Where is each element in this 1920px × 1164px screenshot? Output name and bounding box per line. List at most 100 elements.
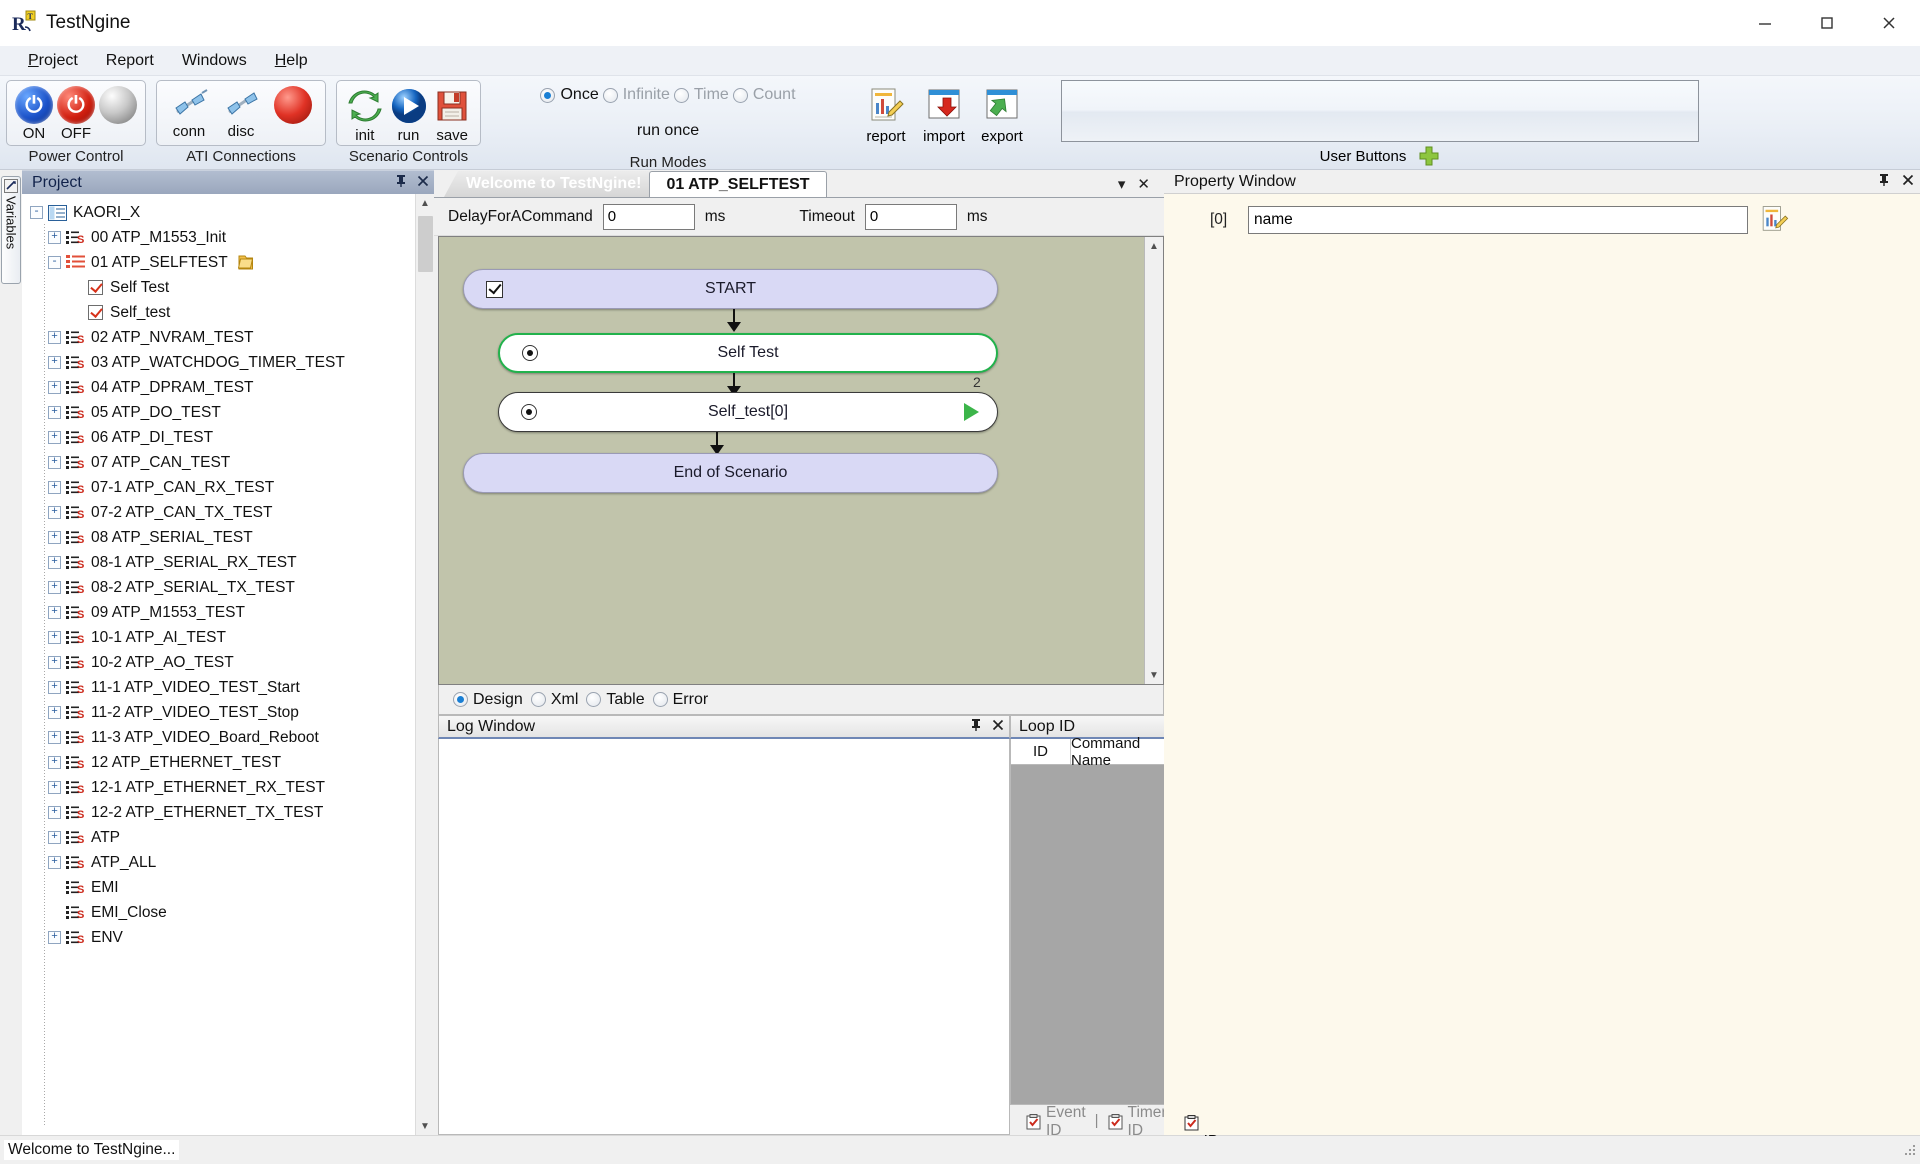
tree-item[interactable]: + S 09 ATP_M1553_TEST — [48, 600, 415, 625]
property-value-input[interactable] — [1248, 206, 1748, 234]
tree-item[interactable]: + S ENV — [48, 925, 415, 950]
tree-item[interactable]: + S 08-2 ATP_SERIAL_TX_TEST — [48, 575, 415, 600]
tree-expand-icon[interactable]: + — [48, 456, 61, 469]
tree-item[interactable]: + S 05 ATP_DO_TEST — [48, 400, 415, 425]
minimize-button[interactable] — [1734, 0, 1796, 46]
run-mode-count[interactable]: Count — [732, 86, 796, 104]
timeout-input[interactable] — [864, 203, 957, 230]
tree-item[interactable]: + S 11-2 ATP_VIDEO_TEST_Stop — [48, 700, 415, 725]
tab-close-icon[interactable]: ✕ — [1137, 175, 1150, 193]
tree-expand-icon[interactable]: + — [48, 331, 61, 344]
view-mode-xml[interactable]: Xml — [530, 691, 578, 709]
tree-item[interactable]: + S 08 ATP_SERIAL_TEST — [48, 525, 415, 550]
connect-button[interactable]: conn — [163, 85, 215, 140]
start-checkbox[interactable] — [486, 280, 503, 298]
scroll-up-icon[interactable]: ▲ — [416, 194, 434, 212]
tree-item[interactable]: S EMI — [48, 875, 415, 900]
maximize-button[interactable] — [1796, 0, 1858, 46]
project-tree-scrollbar[interactable]: ▲ ▼ — [415, 194, 434, 1135]
diagram-canvas[interactable]: START Self Test 2 Self_test[0] End of Sc… — [439, 237, 1144, 684]
canvas-scrollbar[interactable]: ▲ ▼ — [1144, 237, 1163, 684]
variables-tab[interactable]: Variables — [1, 176, 21, 284]
tree-item[interactable]: + S ATP_ALL — [48, 850, 415, 875]
diagram-node-self-test[interactable]: Self Test — [498, 333, 998, 373]
tree-expand-icon[interactable]: + — [48, 681, 61, 694]
tree-item[interactable]: + S 11-1 ATP_VIDEO_TEST_Start — [48, 675, 415, 700]
canvas-scroll-down-icon[interactable]: ▼ — [1145, 666, 1163, 684]
tree-item[interactable]: + S 07-2 ATP_CAN_TX_TEST — [48, 500, 415, 525]
tree-item[interactable]: + S 07 ATP_CAN_TEST — [48, 450, 415, 475]
tree-item[interactable]: + S 12 ATP_ETHERNET_TEST — [48, 750, 415, 775]
tree-expand-icon[interactable]: + — [48, 606, 61, 619]
tree-item[interactable]: + S 08-1 ATP_SERIAL_RX_TEST — [48, 550, 415, 575]
log-pin-icon[interactable] — [965, 718, 987, 735]
tree-expand-icon[interactable]: + — [48, 381, 61, 394]
tree-item[interactable]: + S 02 ATP_NVRAM_TEST — [48, 325, 415, 350]
tree-expand-icon[interactable]: + — [48, 506, 61, 519]
tree-expand-icon[interactable]: + — [48, 731, 61, 744]
diagram-node-end[interactable]: End of Scenario — [463, 453, 998, 493]
tree-item[interactable]: + S 12-1 ATP_ETHERNET_RX_TEST — [48, 775, 415, 800]
tree-expand-icon[interactable]: + — [48, 806, 61, 819]
power-on-button[interactable]: ⏻ ON — [13, 85, 55, 142]
run-mode-time[interactable]: Time — [673, 86, 729, 104]
tree-item[interactable]: Self_test — [70, 300, 415, 325]
log-close-icon[interactable] — [987, 718, 1009, 735]
self-test-radio[interactable] — [522, 345, 538, 361]
tree-item[interactable]: Self Test — [70, 275, 415, 300]
property-edit-icon[interactable] — [1760, 204, 1790, 236]
tree-expand-icon[interactable]: + — [48, 781, 61, 794]
run-button[interactable]: run — [387, 85, 431, 144]
tree-item[interactable]: + S ATP — [48, 825, 415, 850]
delay-input[interactable] — [602, 203, 695, 230]
property-close-icon[interactable] — [1896, 173, 1920, 190]
run-mode-once[interactable]: Once — [540, 86, 599, 104]
tab-list-dropdown-icon[interactable]: ▾ — [1118, 175, 1126, 193]
tree-expand-icon[interactable]: + — [48, 531, 61, 544]
diagram-node-start[interactable]: START — [463, 269, 998, 309]
import-button[interactable]: import — [915, 86, 973, 145]
tree-expand-icon[interactable]: + — [48, 556, 61, 569]
open-folder-icon[interactable] — [237, 254, 254, 271]
tree-expand-icon[interactable]: + — [48, 231, 61, 244]
canvas-scroll-up-icon[interactable]: ▲ — [1145, 237, 1163, 255]
tab-atp-selftest[interactable]: 01 ATP_SELFTEST — [649, 171, 827, 197]
log-window-content[interactable] — [438, 739, 1010, 1135]
self-test-0-radio[interactable] — [521, 404, 537, 420]
tree-item[interactable]: S EMI_Close — [48, 900, 415, 925]
node-play-icon[interactable] — [964, 403, 979, 421]
menu-windows[interactable]: Windows — [168, 49, 261, 73]
diagram-node-self-test-0[interactable]: Self_test[0] — [498, 392, 998, 432]
tree-item[interactable]: + S 04 ATP_DPRAM_TEST — [48, 375, 415, 400]
tree-expand-icon[interactable]: + — [48, 406, 61, 419]
checked-item-icon[interactable] — [88, 280, 103, 295]
property-pin-icon[interactable] — [1872, 173, 1896, 190]
tree-expand-icon[interactable]: + — [48, 481, 61, 494]
close-button[interactable] — [1858, 0, 1920, 46]
tree-expand-icon[interactable]: + — [48, 856, 61, 869]
disconnect-button[interactable]: disc — [215, 85, 267, 140]
save-button[interactable]: save — [430, 85, 474, 144]
tree-expand-icon[interactable]: + — [48, 831, 61, 844]
power-off-button[interactable]: ⏻ OFF — [55, 85, 97, 142]
tree-item[interactable]: + S 10-1 ATP_AI_TEST — [48, 625, 415, 650]
scroll-thumb[interactable] — [418, 216, 433, 272]
tree-expand-icon[interactable]: + — [48, 431, 61, 444]
checked-item-icon[interactable] — [88, 305, 103, 320]
tree-expand-icon[interactable]: + — [48, 931, 61, 944]
tab-event-id[interactable]: Event ID — [1018, 1104, 1094, 1139]
plus-icon[interactable] — [1418, 145, 1440, 167]
scroll-down-icon[interactable]: ▼ — [416, 1117, 434, 1135]
tree-item[interactable]: - KAORI_X — [30, 200, 415, 225]
tree-collapse-icon[interactable]: - — [30, 206, 43, 219]
init-button[interactable]: init — [343, 85, 387, 144]
tree-item[interactable]: + S 03 ATP_WATCHDOG_TIMER_TEST — [48, 350, 415, 375]
menu-help[interactable]: Help — [261, 49, 322, 73]
menu-report[interactable]: Report — [92, 49, 168, 73]
resize-grip-icon[interactable] — [1902, 1142, 1918, 1158]
project-tree[interactable]: - KAORI_X + S 00 ATP_M1553_Init - 01 ATP_SELFT… — [22, 194, 415, 1135]
loop-col-id[interactable]: ID — [1011, 739, 1071, 764]
tab-welcome[interactable]: Welcome to TestNgine! — [444, 171, 663, 197]
tree-expand-icon[interactable]: + — [48, 631, 61, 644]
tree-expand-icon[interactable]: + — [48, 756, 61, 769]
